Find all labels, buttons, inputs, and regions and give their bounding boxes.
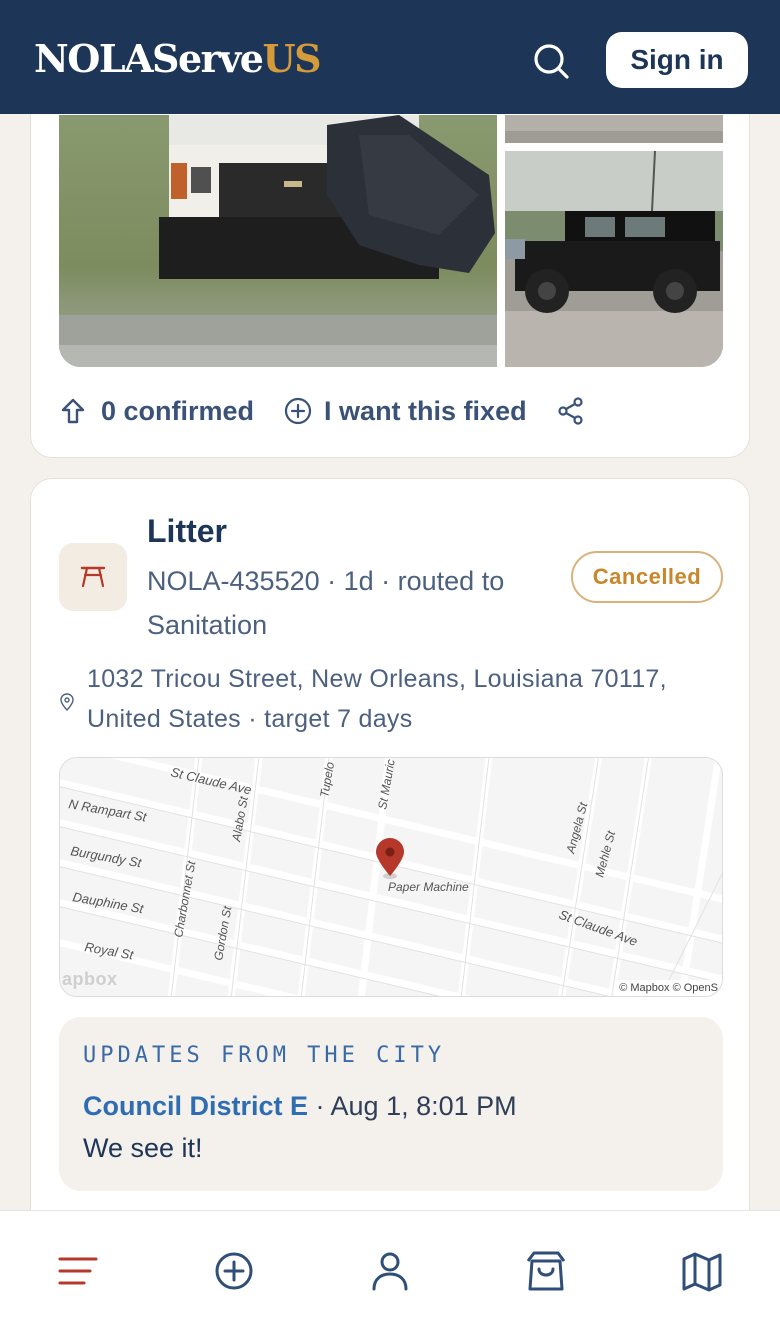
nav-add-report[interactable] xyxy=(212,1249,256,1293)
report-address: 1032 Tricou Street, New Orleans, Louisia… xyxy=(87,665,667,733)
report-card-previous: 0 confirmed I want this fixed xyxy=(30,60,750,458)
want-fixed-button[interactable]: I want this fixed xyxy=(284,396,527,427)
update-message: We see it! xyxy=(83,1133,203,1163)
update-meta: Council District E · Aug 1, 8:01 PM xyxy=(83,1091,517,1122)
city-updates: UPDATES FROM THE CITY Council District E… xyxy=(59,1017,723,1191)
search-icon xyxy=(534,44,569,79)
report-photo-jeep[interactable] xyxy=(505,151,723,367)
nav-shop[interactable] xyxy=(524,1249,568,1293)
menu-icon xyxy=(58,1257,98,1285)
report-photo-van[interactable] xyxy=(59,115,497,367)
confirm-button[interactable]: 0 confirmed xyxy=(59,396,254,427)
nav-profile[interactable] xyxy=(368,1249,412,1293)
updates-heading: UPDATES FROM THE CITY xyxy=(83,1043,446,1068)
app-header: NOLAServeUS Sign in xyxy=(0,0,780,114)
report-card[interactable]: Litter NOLA-435520 · 1d · routed to Sani… xyxy=(30,478,750,1238)
bench-icon xyxy=(80,566,106,588)
map-poi-label: Paper Machine xyxy=(388,880,469,894)
location-map[interactable]: St Claude Ave N Rampart St Burgundy St D… xyxy=(59,757,723,997)
update-author[interactable]: Council District E xyxy=(83,1091,308,1121)
sign-in-button[interactable]: Sign in xyxy=(606,32,748,88)
add-circle-icon xyxy=(215,1252,253,1290)
logo-accent: US xyxy=(262,36,321,81)
nav-menu[interactable] xyxy=(56,1249,100,1293)
map-icon xyxy=(682,1252,722,1292)
update-time: · Aug 1, 8:01 PM xyxy=(308,1091,517,1121)
shopping-bag-icon xyxy=(526,1251,566,1291)
nav-map[interactable] xyxy=(680,1249,724,1293)
app-logo[interactable]: NOLAServeUS xyxy=(34,36,322,81)
report-actions: 0 confirmed I want this fixed xyxy=(59,391,585,431)
arrow-up-icon xyxy=(61,398,85,424)
report-category[interactable]: Litter xyxy=(147,513,227,550)
logo-main: NOLAServe xyxy=(34,36,264,81)
map-attribution[interactable]: © Mapbox © OpenS xyxy=(615,980,722,996)
add-circle-icon xyxy=(284,397,312,425)
search-button[interactable] xyxy=(528,38,574,84)
status-badge: Cancelled xyxy=(571,551,723,603)
user-icon xyxy=(372,1252,408,1291)
location-pin-icon xyxy=(60,693,74,711)
want-fixed-label: I want this fixed xyxy=(324,395,527,426)
mapbox-logo[interactable]: apbox xyxy=(62,969,118,990)
report-photo-road[interactable] xyxy=(505,115,723,143)
confirmed-count: 0 confirmed xyxy=(101,395,255,426)
category-icon xyxy=(59,543,127,611)
report-meta: NOLA-435520 · 1d · routed to Sanitation xyxy=(147,566,505,640)
share-icon xyxy=(557,397,583,425)
share-button[interactable] xyxy=(557,397,585,425)
bottom-navigation xyxy=(0,1210,780,1328)
